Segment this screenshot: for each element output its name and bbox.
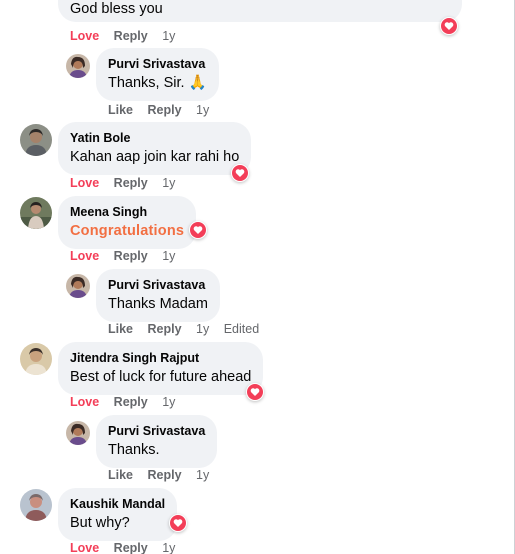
timestamp[interactable]: 1y	[162, 249, 175, 263]
heart-icon	[247, 384, 263, 400]
author-name[interactable]: Purvi Srivastava	[108, 277, 208, 293]
reply-button[interactable]: Reply	[114, 395, 148, 409]
reaction-badge[interactable]	[231, 164, 249, 182]
love-button[interactable]: Love	[70, 29, 99, 43]
timestamp[interactable]: 1y	[162, 395, 175, 409]
comment-bubble: Jitendra Singh Rajput Best of luck for f…	[58, 342, 264, 395]
heart-icon	[232, 165, 248, 181]
reply-button[interactable]: Reply	[114, 249, 148, 263]
avatar[interactable]	[20, 197, 52, 229]
author-name[interactable]: Purvi Srivastava	[108, 56, 207, 72]
avatar[interactable]	[20, 343, 52, 375]
comment-actions: Love Reply 1y	[70, 248, 186, 264]
comment-text: Kahan aap join kar rahi ho	[70, 149, 240, 165]
love-button[interactable]: Love	[70, 176, 99, 190]
comment-text: God bless you	[70, 1, 163, 17]
edited-label: Edited	[223, 322, 260, 336]
comment-text: But why?	[70, 515, 130, 531]
like-button[interactable]: Like	[108, 322, 133, 336]
comment-text: Thanks.	[108, 442, 160, 458]
comment-text: Congratulations	[70, 223, 185, 239]
timestamp[interactable]: 1y	[196, 468, 209, 482]
heart-icon	[441, 18, 457, 34]
comment-actions: Like Reply 1y	[108, 102, 220, 118]
like-button[interactable]: Like	[108, 468, 133, 482]
reply-button[interactable]: Reply	[148, 103, 182, 117]
timestamp[interactable]: 1y	[162, 176, 175, 190]
comment-bubble: Purvi Srivastava Thanks.	[96, 415, 218, 468]
comment-actions: Like Reply 1y	[108, 467, 220, 483]
comment-actions: Like Reply 1y Edited	[108, 321, 270, 337]
author-name[interactable]: Meena Singh	[70, 204, 184, 220]
love-button[interactable]: Love	[70, 395, 99, 409]
heart-icon	[170, 515, 186, 531]
reaction-badge[interactable]	[169, 514, 187, 532]
avatar[interactable]	[66, 421, 90, 445]
author-name[interactable]: Jitendra Singh Rajput	[70, 350, 251, 366]
reply-button[interactable]: Reply	[148, 322, 182, 336]
comment-bubble: Meena Singh Congratulations	[58, 196, 197, 249]
comment-actions: Love Reply 1y	[70, 28, 186, 44]
avatar[interactable]	[20, 124, 52, 156]
timestamp[interactable]: 1y	[162, 541, 175, 554]
timestamp[interactable]: 1y	[196, 103, 209, 117]
reply-button[interactable]: Reply	[114, 541, 148, 554]
reply-button[interactable]: Reply	[114, 29, 148, 43]
comment-bubble: Purvi Srivastava Thanks Madam	[96, 269, 220, 322]
avatar[interactable]	[20, 489, 52, 521]
like-button[interactable]: Like	[108, 103, 133, 117]
comment-actions: Love Reply 1y	[70, 175, 186, 191]
comment-bubble: Yatin Bole Kahan aap join kar rahi ho	[58, 122, 252, 175]
love-button[interactable]: Love	[70, 249, 99, 263]
reaction-badge[interactable]	[440, 17, 458, 35]
avatar[interactable]	[66, 274, 90, 298]
comment-actions: Love Reply 1y	[70, 394, 186, 410]
reaction-badge[interactable]	[189, 221, 207, 239]
heart-icon	[190, 222, 206, 238]
timestamp[interactable]: 1y	[196, 322, 209, 336]
love-button[interactable]: Love	[70, 541, 99, 554]
avatar[interactable]	[66, 54, 90, 78]
comment-text: Best of luck for future ahead	[70, 369, 252, 385]
comment-bubble: Kaushik Mandal But why?	[58, 488, 178, 541]
reaction-badge[interactable]	[246, 383, 264, 401]
reply-button[interactable]: Reply	[148, 468, 182, 482]
comment-bubble: God bless you	[58, 0, 462, 22]
author-name[interactable]: Yatin Bole	[70, 130, 239, 146]
comment-actions: Love Reply 1y	[70, 540, 186, 554]
comment-text: Thanks Madam	[108, 296, 208, 312]
comment-bubble: Purvi Srivastava Thanks, Sir. 🙏	[96, 48, 219, 101]
timestamp[interactable]: 1y	[162, 29, 175, 43]
comments-thread: God bless you Love Reply 1y Purvi Srivas…	[0, 0, 515, 554]
reply-button[interactable]: Reply	[114, 176, 148, 190]
author-name[interactable]: Purvi Srivastava	[108, 423, 205, 439]
comment-text: Thanks, Sir. 🙏	[108, 75, 207, 91]
author-name[interactable]: Kaushik Mandal	[70, 496, 165, 512]
